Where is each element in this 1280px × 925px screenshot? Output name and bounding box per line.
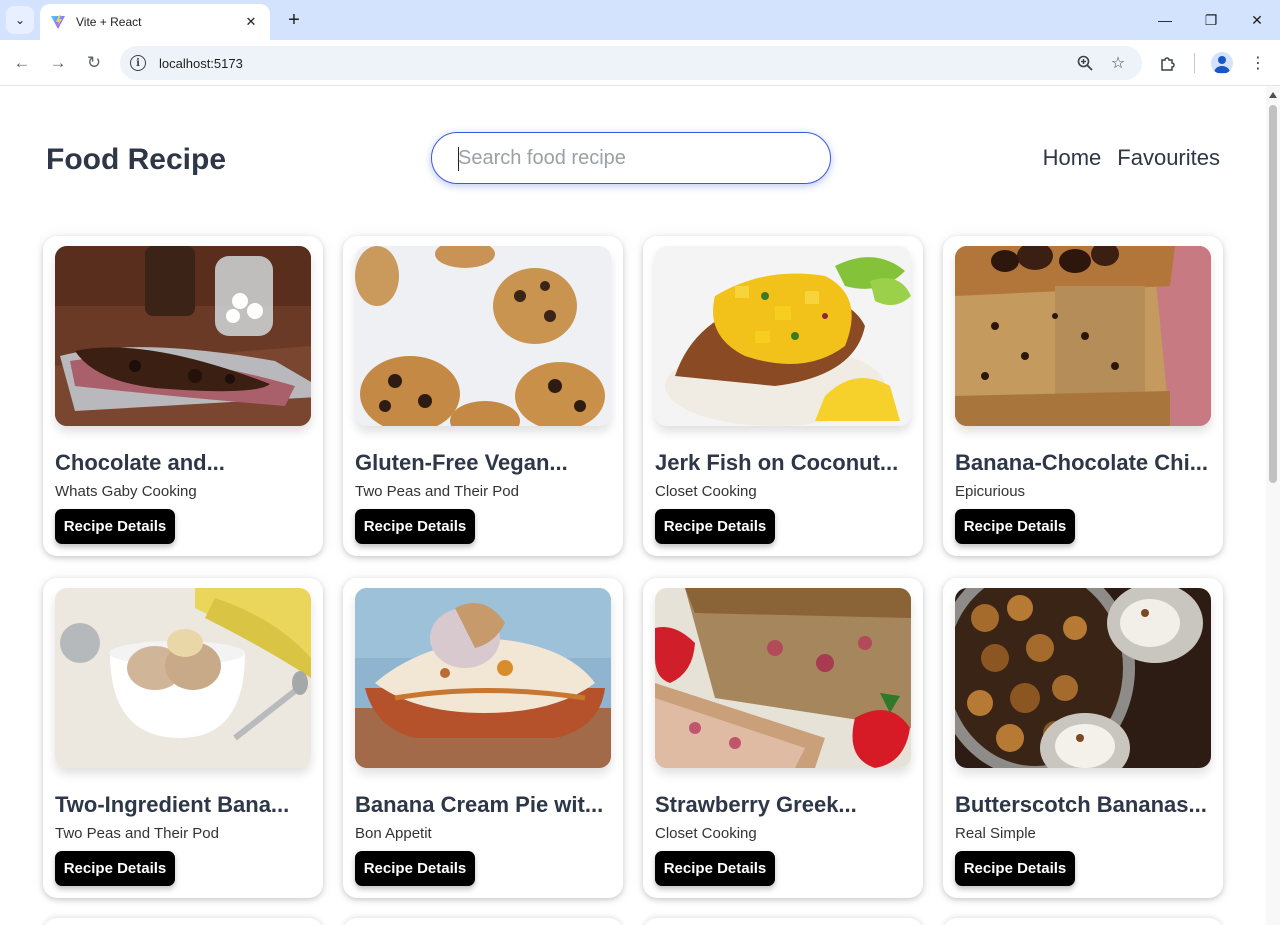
top-nav: Home Favourites xyxy=(1043,145,1220,171)
recipe-title: Jerk Fish on Coconut... xyxy=(655,450,899,475)
recipe-image[interactable] xyxy=(955,588,1211,768)
recipe-publisher: Two Peas and Their Pod xyxy=(55,825,219,842)
extensions-icon[interactable] xyxy=(1154,49,1182,77)
recipe-title: Banana-Chocolate Chi... xyxy=(955,450,1209,475)
tab-search-icon[interactable]: ⌄ xyxy=(6,6,34,34)
scroll-thumb[interactable] xyxy=(1269,105,1277,483)
recipe-title: Strawberry Greek... xyxy=(655,792,857,817)
nav-link-favourites[interactable]: Favourites xyxy=(1117,145,1220,171)
minimize-icon[interactable]: — xyxy=(1142,0,1188,40)
search-input[interactable] xyxy=(458,146,798,170)
zoom-icon[interactable] xyxy=(1076,54,1094,72)
url-text[interactable]: localhost:5173 xyxy=(159,56,243,71)
address-bar[interactable]: i localhost:5173 ☆ xyxy=(120,46,1142,80)
browser-tab[interactable]: Vite + React ✕ xyxy=(40,4,270,40)
recipe-image[interactable] xyxy=(55,246,311,426)
more-icon[interactable]: ⋮ xyxy=(1244,49,1272,77)
recipe-card: Gluten-Free Vegan... Two Peas and Their … xyxy=(343,236,623,556)
recipe-image[interactable] xyxy=(655,246,911,426)
recipe-card: Banana Cream Pie wit... Bon Appetit Reci… xyxy=(343,578,623,898)
toolbar-divider xyxy=(1194,53,1195,73)
recipe-card-partial xyxy=(943,918,1223,925)
nav-link-home[interactable]: Home xyxy=(1043,145,1102,171)
page-viewport: Food Recipe Home Favourites xyxy=(0,87,1266,925)
star-icon[interactable]: ☆ xyxy=(1109,54,1127,72)
search-box[interactable] xyxy=(431,132,831,184)
browser-toolbar: ← → ↻ i localhost:5173 ☆ ⋮ xyxy=(0,40,1280,86)
recipe-details-button[interactable]: Recipe Details xyxy=(55,509,175,544)
recipe-card: Chocolate and... Whats Gaby Cooking Reci… xyxy=(43,236,323,556)
recipe-publisher: Two Peas and Their Pod xyxy=(355,483,519,500)
recipe-publisher: Bon Appetit xyxy=(355,825,432,842)
recipe-card: Jerk Fish on Coconut... Closet Cooking R… xyxy=(643,236,923,556)
back-icon[interactable]: ← xyxy=(8,49,36,77)
next-row-peek xyxy=(43,918,1223,925)
recipe-card: Butterscotch Bananas... Real Simple Reci… xyxy=(943,578,1223,898)
recipe-image[interactable] xyxy=(355,588,611,768)
recipe-card-partial xyxy=(43,918,323,925)
vite-favicon xyxy=(51,15,65,29)
recipe-image[interactable] xyxy=(955,246,1211,426)
recipe-publisher: Epicurious xyxy=(955,483,1026,500)
window-close-icon[interactable]: ✕ xyxy=(1234,0,1280,40)
recipe-card: Banana-Chocolate Chi... Epicurious Recip… xyxy=(943,236,1223,556)
recipe-title: Two-Ingredient Bana... xyxy=(55,792,290,817)
recipe-details-button[interactable]: Recipe Details xyxy=(355,509,475,544)
tab-title: Vite + React xyxy=(76,15,142,29)
recipe-card: Strawberry Greek... Closet Cooking Recip… xyxy=(643,578,923,898)
recipe-title: Gluten-Free Vegan... xyxy=(355,450,568,475)
recipe-card-partial xyxy=(343,918,623,925)
recipe-card-partial xyxy=(643,918,923,925)
plus-icon[interactable]: + xyxy=(280,6,308,34)
recipe-details-button[interactable]: Recipe Details xyxy=(655,851,775,886)
brand-title[interactable]: Food Recipe xyxy=(46,143,226,177)
close-icon[interactable]: ✕ xyxy=(242,14,260,30)
recipe-image[interactable] xyxy=(655,588,911,768)
text-caret xyxy=(458,147,459,171)
recipe-details-button[interactable]: Recipe Details xyxy=(55,851,175,886)
recipe-grid: Chocolate and... Whats Gaby Cooking Reci… xyxy=(43,236,1223,898)
recipe-details-button[interactable]: Recipe Details xyxy=(655,509,775,544)
recipe-details-button[interactable]: Recipe Details xyxy=(955,509,1075,544)
browser-tabbar: ⌄ Vite + React ✕ + — ❐ ✕ xyxy=(0,0,1280,40)
profile-icon[interactable] xyxy=(1211,52,1233,74)
recipe-details-button[interactable]: Recipe Details xyxy=(355,851,475,886)
restore-icon[interactable]: ❐ xyxy=(1188,0,1234,40)
recipe-title: Banana Cream Pie wit... xyxy=(355,792,604,817)
scroll-up-icon[interactable] xyxy=(1269,92,1277,98)
recipe-image[interactable] xyxy=(355,246,611,426)
recipe-image[interactable] xyxy=(55,588,311,768)
info-icon[interactable]: i xyxy=(130,55,146,71)
recipe-publisher: Closet Cooking xyxy=(655,825,757,842)
reload-icon[interactable]: ↻ xyxy=(80,49,108,77)
recipe-publisher: Real Simple xyxy=(955,825,1036,842)
recipe-publisher: Whats Gaby Cooking xyxy=(55,483,197,500)
recipe-publisher: Closet Cooking xyxy=(655,483,757,500)
recipe-title: Butterscotch Bananas... xyxy=(955,792,1207,817)
recipe-card: Two-Ingredient Bana... Two Peas and Thei… xyxy=(43,578,323,898)
recipe-title: Chocolate and... xyxy=(55,450,225,475)
recipe-details-button[interactable]: Recipe Details xyxy=(955,851,1075,886)
page-scrollbar[interactable] xyxy=(1266,87,1280,925)
forward-icon[interactable]: → xyxy=(44,49,72,77)
